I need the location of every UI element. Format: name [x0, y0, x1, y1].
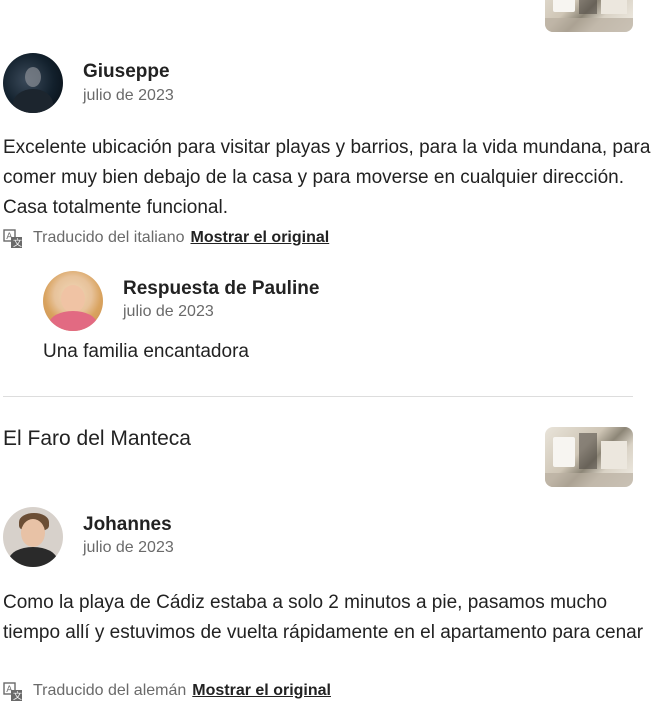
- svg-text:文: 文: [13, 237, 22, 249]
- divider: [3, 396, 633, 397]
- review-date: julio de 2023: [83, 539, 174, 556]
- translate-icon: A 文: [3, 229, 22, 249]
- translate-icon: A 文: [3, 682, 22, 702]
- review-text: Excelente ubicación para visitar playas …: [3, 137, 651, 218]
- response-title: Respuesta de Pauline: [123, 278, 320, 299]
- listing-thumbnail[interactable]: [545, 427, 633, 487]
- translation-label: Traducido del italiano: [33, 229, 185, 246]
- translation-label: Traducido del alemán: [33, 682, 187, 699]
- response-text: Una familia encantadora: [43, 341, 249, 362]
- show-original-link[interactable]: Mostrar el original: [192, 682, 331, 699]
- svg-text:文: 文: [13, 690, 22, 702]
- translation-note: Traducido del alemán Mostrar el original: [33, 682, 331, 700]
- avatar-johannes[interactable]: [3, 507, 63, 567]
- review-text: Como la playa de Cádiz estaba a solo 2 m…: [3, 592, 644, 643]
- avatar-giuseppe[interactable]: [3, 53, 63, 113]
- listing-title[interactable]: El Faro del Manteca: [3, 427, 191, 451]
- response-date: julio de 2023: [123, 303, 214, 320]
- avatar-pauline[interactable]: [43, 271, 103, 331]
- listing-thumbnail[interactable]: [545, 0, 633, 32]
- reviewer-name: Johannes: [83, 514, 172, 535]
- review-date: julio de 2023: [83, 87, 174, 104]
- show-original-link[interactable]: Mostrar el original: [191, 229, 330, 246]
- reviewer-name: Giuseppe: [83, 61, 170, 82]
- translation-note: Traducido del italiano Mostrar el origina…: [33, 229, 329, 247]
